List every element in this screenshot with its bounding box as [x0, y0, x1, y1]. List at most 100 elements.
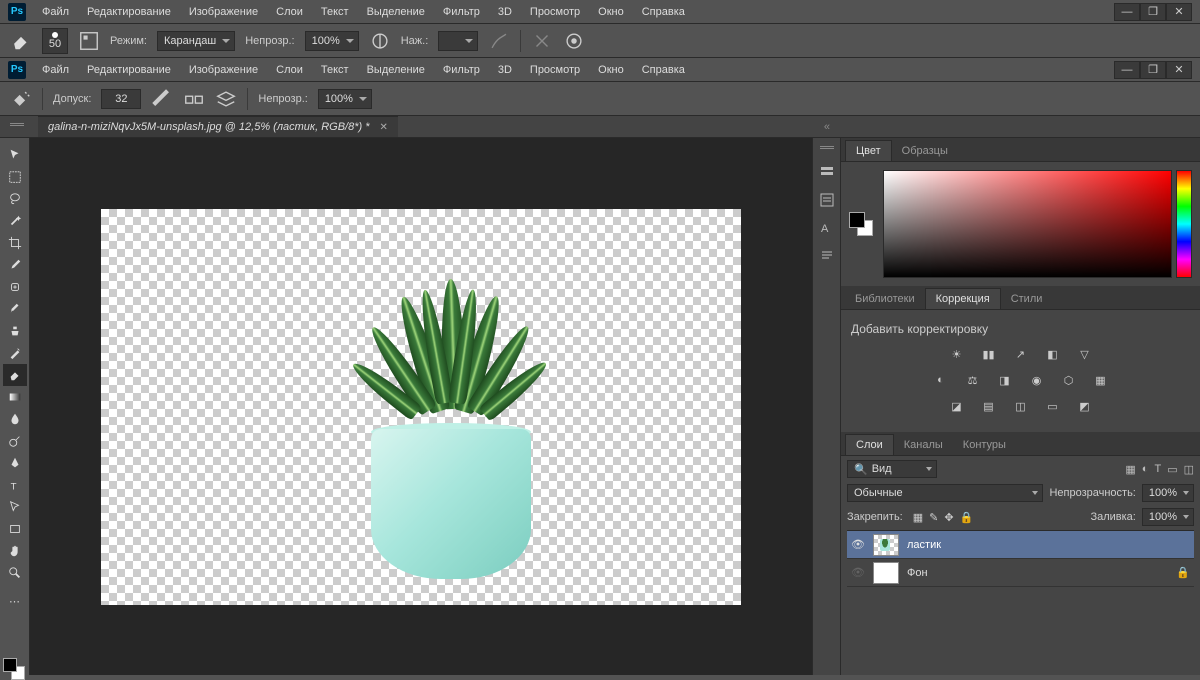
tab-adjustments[interactable]: Коррекция: [925, 288, 1001, 309]
menu2-edit[interactable]: Редактирование: [85, 62, 173, 78]
tab-layers[interactable]: Слои: [845, 434, 894, 455]
menu2-view[interactable]: Просмотр: [528, 62, 582, 78]
invert-icon[interactable]: ◪: [948, 398, 966, 414]
color-balance-icon[interactable]: ⚖: [964, 372, 982, 388]
gradient-map-icon[interactable]: ▭: [1044, 398, 1062, 414]
lock-paint-icon[interactable]: ✎: [929, 511, 938, 524]
layer-name[interactable]: Фон: [907, 567, 1168, 579]
panel-grabber[interactable]: [820, 146, 834, 150]
menu2-text[interactable]: Текст: [319, 62, 351, 78]
menu-help[interactable]: Справка: [640, 4, 687, 20]
hand-tool[interactable]: [3, 540, 27, 562]
brush-preset[interactable]: 50: [42, 28, 68, 54]
vibrance-icon[interactable]: ▽: [1076, 346, 1094, 362]
menu-view[interactable]: Просмотр: [528, 4, 582, 20]
layer-opacity-select[interactable]: 100%: [1142, 484, 1194, 502]
marquee-tool[interactable]: [3, 166, 27, 188]
posterize-icon[interactable]: ▤: [980, 398, 998, 414]
toolbox-grabber[interactable]: [10, 123, 24, 127]
tab-libraries[interactable]: Библиотеки: [845, 289, 925, 309]
close-tab-icon[interactable]: ✕: [380, 122, 388, 133]
photo-filter-icon[interactable]: ◉: [1028, 372, 1046, 388]
pressure-opacity-icon[interactable]: [369, 30, 391, 52]
menu-window[interactable]: Окно: [596, 4, 626, 20]
magic-eraser-icon[interactable]: [10, 88, 32, 110]
history-brush-tool[interactable]: [3, 342, 27, 364]
menu2-3d[interactable]: 3D: [496, 62, 514, 78]
close-button[interactable]: ✕: [1166, 3, 1192, 21]
filter-smart-icon[interactable]: ◫: [1184, 463, 1194, 476]
character-panel-icon[interactable]: A: [817, 218, 837, 238]
contiguous-icon[interactable]: [183, 88, 205, 110]
zoom-tool[interactable]: [3, 562, 27, 584]
menu2-help[interactable]: Справка: [640, 62, 687, 78]
brush-panel-icon[interactable]: [78, 30, 100, 52]
menu2-select[interactable]: Выделение: [365, 62, 427, 78]
rectangle-tool[interactable]: [3, 518, 27, 540]
lock-transparent-icon[interactable]: ▦: [913, 511, 923, 524]
toolbox-foreground[interactable]: [3, 658, 17, 672]
layer-name[interactable]: ластик: [907, 539, 1190, 551]
erase-history-icon[interactable]: [531, 30, 553, 52]
layer-thumbnail[interactable]: [873, 562, 899, 584]
menu-text[interactable]: Текст: [319, 4, 351, 20]
document-tab[interactable]: galina-n-miziNqvJx5M-unsplash.jpg @ 12,5…: [38, 116, 398, 137]
bw-icon[interactable]: ◨: [996, 372, 1014, 388]
curves-icon[interactable]: ↗: [1012, 346, 1030, 362]
properties-panel-icon[interactable]: [817, 190, 837, 210]
canvas-area[interactable]: [30, 138, 812, 675]
gradient-tool[interactable]: [3, 386, 27, 408]
menu2-filter[interactable]: Фильтр: [441, 62, 482, 78]
toolbox-color-chips[interactable]: [3, 658, 17, 672]
lock-all-icon[interactable]: 🔒: [960, 511, 974, 524]
hue-slider[interactable]: [1176, 170, 1192, 278]
opacity-select-1[interactable]: 100%: [305, 31, 359, 51]
mode-select[interactable]: Карандаш: [157, 31, 235, 51]
lasso-tool[interactable]: [3, 188, 27, 210]
clone-stamp-tool[interactable]: [3, 320, 27, 342]
close-button-2[interactable]: ✕: [1166, 61, 1192, 79]
foreground-swatch[interactable]: [849, 212, 865, 228]
airbrush-icon[interactable]: [488, 30, 510, 52]
channel-mixer-icon[interactable]: ⬡: [1060, 372, 1078, 388]
tab-color[interactable]: Цвет: [845, 140, 892, 161]
blur-tool[interactable]: [3, 408, 27, 430]
move-tool[interactable]: [3, 144, 27, 166]
menu2-layers[interactable]: Слои: [274, 62, 305, 78]
visibility-toggle[interactable]: 👁: [851, 566, 865, 579]
opacity-select-2[interactable]: 100%: [318, 89, 372, 109]
minimize-button-2[interactable]: —: [1114, 61, 1140, 79]
tab-swatches[interactable]: Образцы: [892, 141, 958, 161]
layer-row[interactable]: 👁 Фон 🔒: [847, 559, 1194, 587]
tab-styles[interactable]: Стили: [1001, 289, 1053, 309]
eraser-tool[interactable]: [3, 364, 27, 386]
pen-tool[interactable]: [3, 452, 27, 474]
eyedropper-tool[interactable]: [3, 254, 27, 276]
filter-shape-icon[interactable]: ▭: [1167, 463, 1177, 476]
blend-mode-select[interactable]: Обычные: [847, 484, 1043, 502]
collapse-arrows-icon[interactable]: «: [824, 121, 1200, 133]
flow-select[interactable]: [438, 31, 478, 51]
path-select-tool[interactable]: [3, 496, 27, 518]
crop-tool[interactable]: [3, 232, 27, 254]
selective-color-icon[interactable]: ◩: [1076, 398, 1094, 414]
maximize-button-2[interactable]: ❐: [1140, 61, 1166, 79]
canvas[interactable]: [101, 209, 741, 605]
fg-bg-swatches[interactable]: [849, 212, 875, 236]
edit-toolbar-icon[interactable]: ⋯: [3, 590, 27, 612]
menu2-file[interactable]: Файл: [40, 62, 71, 78]
antialias-icon[interactable]: [151, 88, 173, 110]
filter-type-icon[interactable]: T: [1154, 463, 1161, 476]
visibility-toggle[interactable]: 👁: [851, 538, 865, 551]
healing-brush-tool[interactable]: [3, 276, 27, 298]
filter-adjust-icon[interactable]: ◐: [1142, 463, 1149, 476]
levels-icon[interactable]: ▮▮: [980, 346, 998, 362]
history-panel-icon[interactable]: [817, 162, 837, 182]
all-layers-icon[interactable]: [215, 88, 237, 110]
menu2-image[interactable]: Изображение: [187, 62, 260, 78]
lock-position-icon[interactable]: ✥: [944, 511, 953, 524]
menu2-window[interactable]: Окно: [596, 62, 626, 78]
layer-row[interactable]: 👁 ластик: [847, 531, 1194, 559]
menu-file[interactable]: Файл: [40, 4, 71, 20]
lookup-icon[interactable]: ▦: [1092, 372, 1110, 388]
